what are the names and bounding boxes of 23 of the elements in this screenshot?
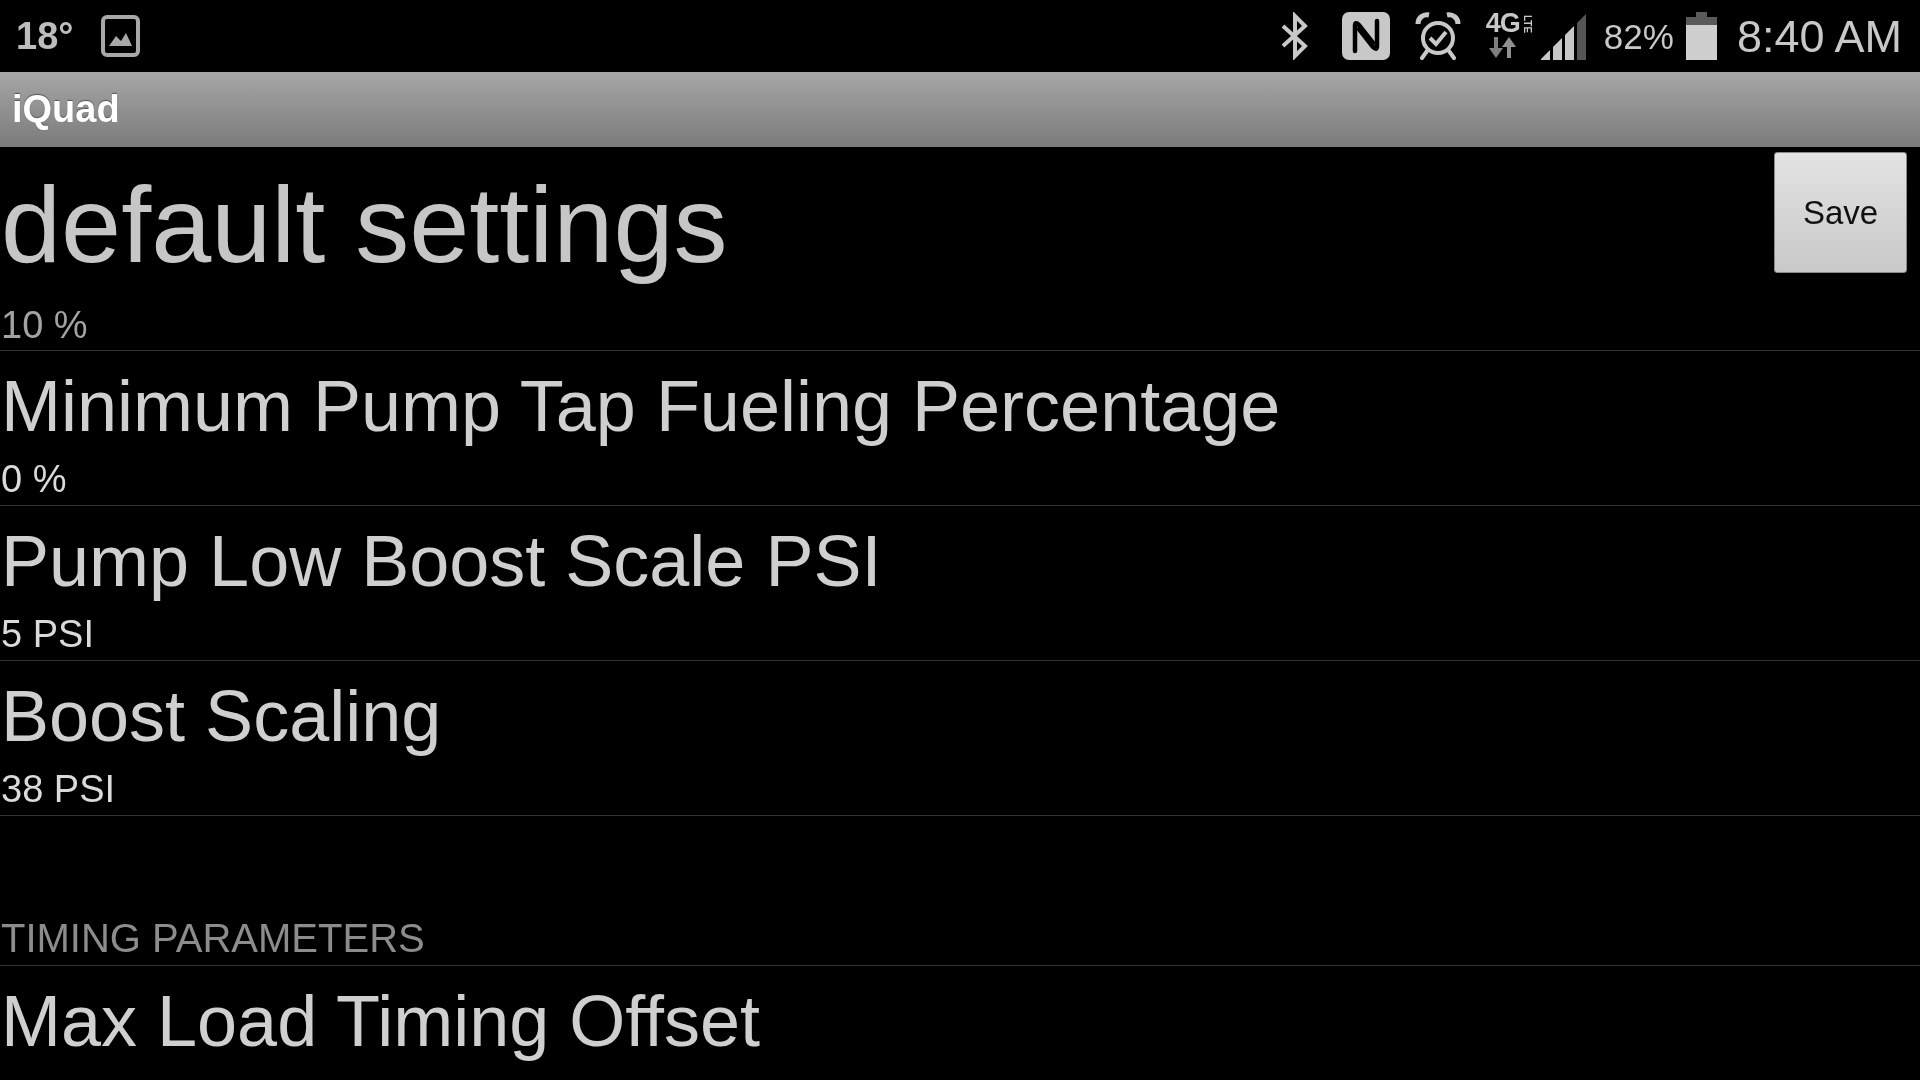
- network-subtype-text: LTE: [1521, 15, 1532, 34]
- category-header: TIMING PARAMETERS: [1, 915, 425, 961]
- image-icon: [101, 15, 141, 57]
- preference-summary: 0 %: [1, 457, 67, 501]
- battery-icon: [1685, 12, 1717, 60]
- preference-title: Minimum Pump Tap Fueling Percentage: [1, 365, 1281, 448]
- data-arrows-icon: [1489, 37, 1517, 58]
- save-button[interactable]: Save: [1774, 152, 1907, 273]
- preference-summary: 5 PSI: [1, 612, 94, 656]
- alarm-clock-icon: [1414, 12, 1461, 60]
- preference-summary: 10 %: [1, 303, 88, 348]
- nfc-icon: [1341, 12, 1390, 60]
- preference-title: Pump Low Boost Scale PSI: [1, 520, 882, 603]
- clock-text: 8:40 AM: [1736, 13, 1902, 59]
- preference-title: Boost Scaling: [1, 675, 442, 758]
- network-type-text: 4G: [1485, 12, 1520, 34]
- preference-title: Max Load Timing Offset: [1, 980, 761, 1063]
- app-title: iQuad: [12, 88, 120, 131]
- battery-percent-text: 82%: [1603, 18, 1674, 54]
- signal-icon: [1539, 12, 1588, 60]
- temperature-text: 18°: [16, 17, 74, 55]
- preference-summary: 38 PSI: [1, 767, 116, 811]
- screen-title: default settings: [1, 163, 728, 287]
